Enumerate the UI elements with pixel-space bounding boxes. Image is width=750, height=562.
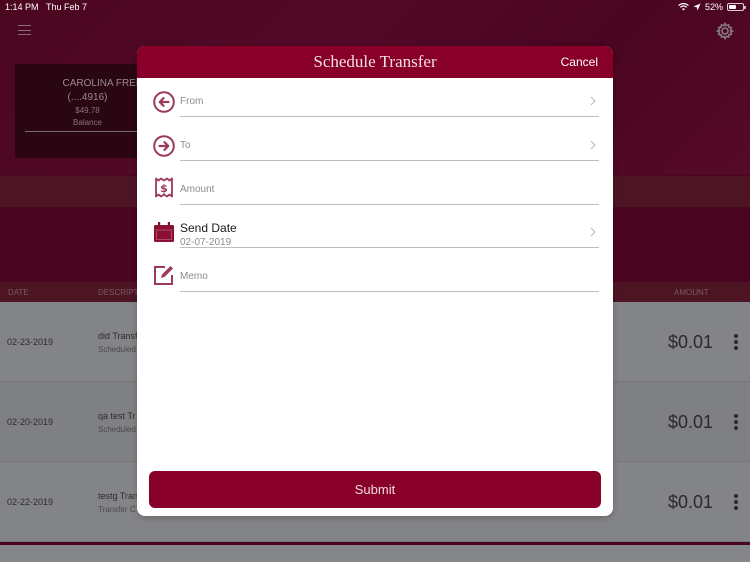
calendar-icon	[154, 222, 174, 242]
from-underline	[180, 116, 599, 117]
schedule-transfer-modal: Schedule Transfer Cancel From To $ Amoun…	[137, 46, 613, 516]
from-field[interactable]: From	[151, 83, 599, 123]
status-bar: 1:14 PM Thu Feb 7 52%	[0, 0, 750, 16]
battery-icon	[727, 3, 746, 11]
modal-header: Schedule Transfer Cancel	[137, 46, 613, 78]
header-amount: AMOUNT	[674, 288, 709, 297]
row-amount: $0.01	[668, 412, 714, 432]
account-card-divider	[25, 131, 155, 132]
row-subtitle: Scheduled	[98, 345, 136, 354]
row-title: did Transf	[98, 331, 138, 341]
arrow-right-circle-icon	[153, 135, 175, 157]
send-date-label: Send Date	[180, 221, 237, 235]
memo-label: Memo	[180, 271, 208, 282]
header-date: DATE	[8, 288, 29, 297]
more-vertical-icon[interactable]	[732, 494, 740, 510]
chevron-right-icon	[590, 96, 596, 106]
amount-label: Amount	[180, 184, 215, 195]
status-indicators: 52%	[678, 2, 746, 12]
more-vertical-icon[interactable]	[732, 334, 740, 350]
row-subtitle: Transfer C	[98, 505, 136, 514]
submit-button[interactable]: Submit	[149, 471, 601, 508]
row-title: qa test Tr	[98, 411, 136, 421]
hamburger-menu-icon[interactable]	[18, 25, 31, 35]
to-underline	[180, 160, 599, 161]
account-card[interactable]: CAROLINA FREE (....4916) $49.78 Balance	[15, 64, 155, 158]
row-amount: $0.01	[668, 332, 714, 352]
status-time: 1:14 PM	[5, 2, 39, 12]
amount-underline	[180, 204, 599, 205]
row-date: 02-22-2019	[7, 497, 54, 507]
battery-fill	[729, 5, 736, 9]
memo-underline	[180, 291, 599, 292]
row-date: 02-23-2019	[7, 337, 54, 347]
location-icon	[693, 3, 701, 11]
header-description: DESCRIPT	[98, 288, 139, 297]
cancel-button[interactable]: Cancel	[561, 55, 598, 69]
row-title: testg Tran	[98, 491, 139, 501]
memo-field[interactable]: Memo	[151, 258, 599, 298]
to-field[interactable]: To	[151, 127, 599, 167]
row-amount: $0.01	[668, 492, 714, 512]
send-date-underline	[180, 247, 599, 248]
modal-title: Schedule Transfer	[313, 52, 437, 71]
edit-note-icon	[154, 266, 173, 285]
svg-text:$: $	[160, 182, 168, 195]
battery-percent: 52%	[704, 2, 723, 12]
row-subtitle: Scheduled	[98, 425, 136, 434]
battery-cap	[744, 6, 746, 9]
gear-icon[interactable]	[715, 21, 735, 41]
chevron-right-icon	[590, 227, 596, 237]
to-label: To	[180, 140, 191, 151]
from-label: From	[180, 96, 204, 107]
amount-field[interactable]: $ Amount	[151, 171, 599, 211]
arrow-left-circle-icon	[153, 91, 175, 113]
table-row-partial	[0, 545, 750, 562]
status-date: Thu Feb 7	[46, 2, 88, 12]
row-date: 02-20-2019	[7, 417, 54, 427]
send-date-field[interactable]: Send Date 02-07-2019	[151, 214, 599, 254]
chevron-right-icon	[590, 140, 596, 150]
more-vertical-icon[interactable]	[732, 414, 740, 430]
receipt-dollar-icon: $	[155, 177, 173, 198]
wifi-icon	[678, 3, 689, 11]
